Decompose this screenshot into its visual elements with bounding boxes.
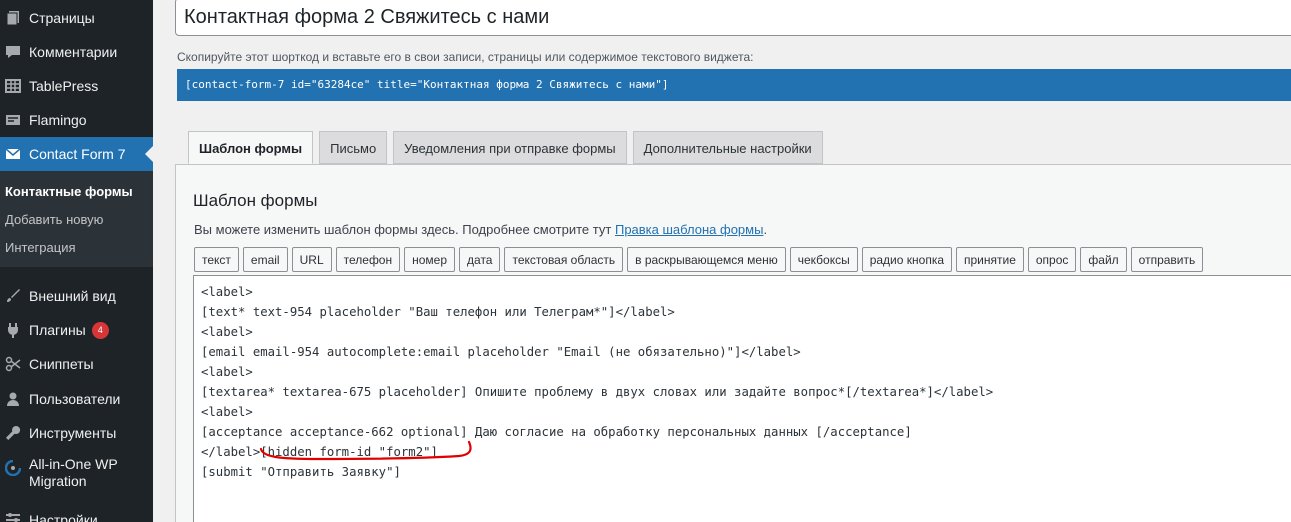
flamingo-icon xyxy=(3,110,23,130)
migration-icon xyxy=(3,458,23,478)
code-line: <label> xyxy=(201,325,253,339)
menu-label: Плагины xyxy=(29,322,86,338)
menu-label: Пользователи xyxy=(29,391,121,407)
scissors-icon xyxy=(3,354,23,374)
tag-button-url[interactable]: URL xyxy=(291,247,332,272)
plugins-icon xyxy=(3,320,23,340)
menu-settings[interactable]: Настройки xyxy=(0,509,153,522)
admin-sidebar: Страницы Комментарии TablePress Flamingo… xyxy=(0,0,153,522)
menu-label: Flamingo xyxy=(29,112,87,128)
tag-button-quiz[interactable]: опрос xyxy=(1027,247,1077,272)
menu-label: Настройки xyxy=(29,512,98,522)
code-line: <label> xyxy=(201,405,253,419)
cf7-submenu: Контактные формы Добавить новую Интеграц… xyxy=(0,171,153,267)
users-icon xyxy=(3,389,23,409)
submenu-contact-forms[interactable]: Контактные формы xyxy=(5,184,133,199)
shortcode-box[interactable]: [contact-form-7 id="63284ce" title="Конт… xyxy=(177,69,1291,101)
menu-label: Страницы xyxy=(29,10,95,26)
code-line: [acceptance acceptance-662 optional] Даю… xyxy=(201,425,912,439)
form-template-textarea[interactable]: <label> [text* text-954 placeholder "Ваш… xyxy=(193,275,1291,522)
code-line: [email email-954 autocomplete:email plac… xyxy=(201,345,801,359)
code-line: <label> xyxy=(201,365,253,379)
tablepress-icon xyxy=(3,76,23,96)
tag-button-acceptance[interactable]: принятие xyxy=(956,247,1024,272)
settings-icon xyxy=(3,510,23,522)
form-template-panel: Шаблон формы Вы можете изменить шаблон ф… xyxy=(175,164,1291,522)
menu-flamingo[interactable]: Flamingo xyxy=(0,109,153,131)
tab-additional-settings[interactable]: Дополнительные настройки xyxy=(632,131,823,164)
tag-button-file[interactable]: файл xyxy=(1080,247,1127,272)
shortcode-hint: Скопируйте этот шорткод и вставьте его в… xyxy=(177,50,754,64)
menu-tablepress[interactable]: TablePress xyxy=(0,75,153,97)
code-line: <label> xyxy=(201,285,253,299)
submenu-add-new[interactable]: Добавить новую xyxy=(5,212,103,227)
menu-label: Комментарии xyxy=(29,44,118,60)
main-content: Скопируйте этот шорткод и вставьте его в… xyxy=(153,0,1291,522)
menu-contact-form-7[interactable]: Contact Form 7 xyxy=(0,137,153,171)
tab-mail[interactable]: Письмо xyxy=(319,131,388,164)
menu-all-in-one-migration[interactable]: All-in-One WP Migration xyxy=(0,456,153,496)
menu-comments[interactable]: Комментарии xyxy=(0,41,153,63)
tag-generator-buttons: текст email URL телефон номер дата текст… xyxy=(194,247,1204,272)
submenu-integration[interactable]: Интеграция xyxy=(5,240,76,255)
tag-button-date[interactable]: дата xyxy=(459,247,501,272)
panel-title: Шаблон формы xyxy=(193,191,318,210)
code-line: [text* text-954 placeholder "Ваш телефон… xyxy=(201,305,675,319)
menu-label: Сниппеты xyxy=(29,356,94,372)
tag-button-select[interactable]: в раскрывающемся меню xyxy=(627,247,786,272)
edit-template-link[interactable]: Правка шаблона формы xyxy=(615,222,763,237)
menu-pages[interactable]: Страницы xyxy=(0,7,153,29)
panel-description: Вы можете изменить шаблон формы здесь. П… xyxy=(194,222,768,237)
tag-button-number[interactable]: номер xyxy=(404,247,456,272)
wrench-icon xyxy=(3,423,23,443)
tag-button-text[interactable]: текст xyxy=(194,247,239,272)
paintbrush-icon xyxy=(3,286,23,306)
menu-users[interactable]: Пользователи xyxy=(0,388,153,410)
mail-icon xyxy=(3,144,23,164)
plugins-update-badge: 4 xyxy=(91,321,109,339)
tag-button-tel[interactable]: телефон xyxy=(335,247,401,272)
pages-icon xyxy=(3,8,23,28)
form-tabs: Шаблон формы Письмо Уведомления при отпр… xyxy=(188,131,823,164)
menu-label: TablePress xyxy=(29,78,99,94)
tag-button-email[interactable]: email xyxy=(242,247,288,272)
menu-appearance[interactable]: Внешний вид xyxy=(0,285,153,307)
tab-messages[interactable]: Уведомления при отправке формы xyxy=(393,131,627,164)
tag-button-textarea[interactable]: текстовая область xyxy=(504,247,624,272)
tag-button-submit[interactable]: отправить xyxy=(1130,247,1204,272)
menu-label: All-in-One WP Migration xyxy=(29,456,118,489)
menu-label: Внешний вид xyxy=(29,288,116,304)
menu-label: Contact Form 7 xyxy=(29,146,126,162)
menu-snippets[interactable]: Сниппеты xyxy=(0,353,153,375)
menu-tools[interactable]: Инструменты xyxy=(0,422,153,444)
menu-plugins[interactable]: Плагины 4 xyxy=(0,319,153,341)
menu-label: Инструменты xyxy=(29,425,117,441)
tab-form-template[interactable]: Шаблон формы xyxy=(188,131,314,164)
form-title-input[interactable] xyxy=(175,0,1291,36)
code-line: [submit "Отправить Заявку"] xyxy=(201,465,401,479)
code-line: </label>[hidden form-id "form2"] xyxy=(201,445,438,459)
tag-button-checkbox[interactable]: чекбоксы xyxy=(789,247,858,272)
code-line: [textarea* textarea-675 placeholder] Опи… xyxy=(201,385,994,399)
tag-button-radio[interactable]: радио кнопка xyxy=(861,247,952,272)
comments-icon xyxy=(3,42,23,62)
